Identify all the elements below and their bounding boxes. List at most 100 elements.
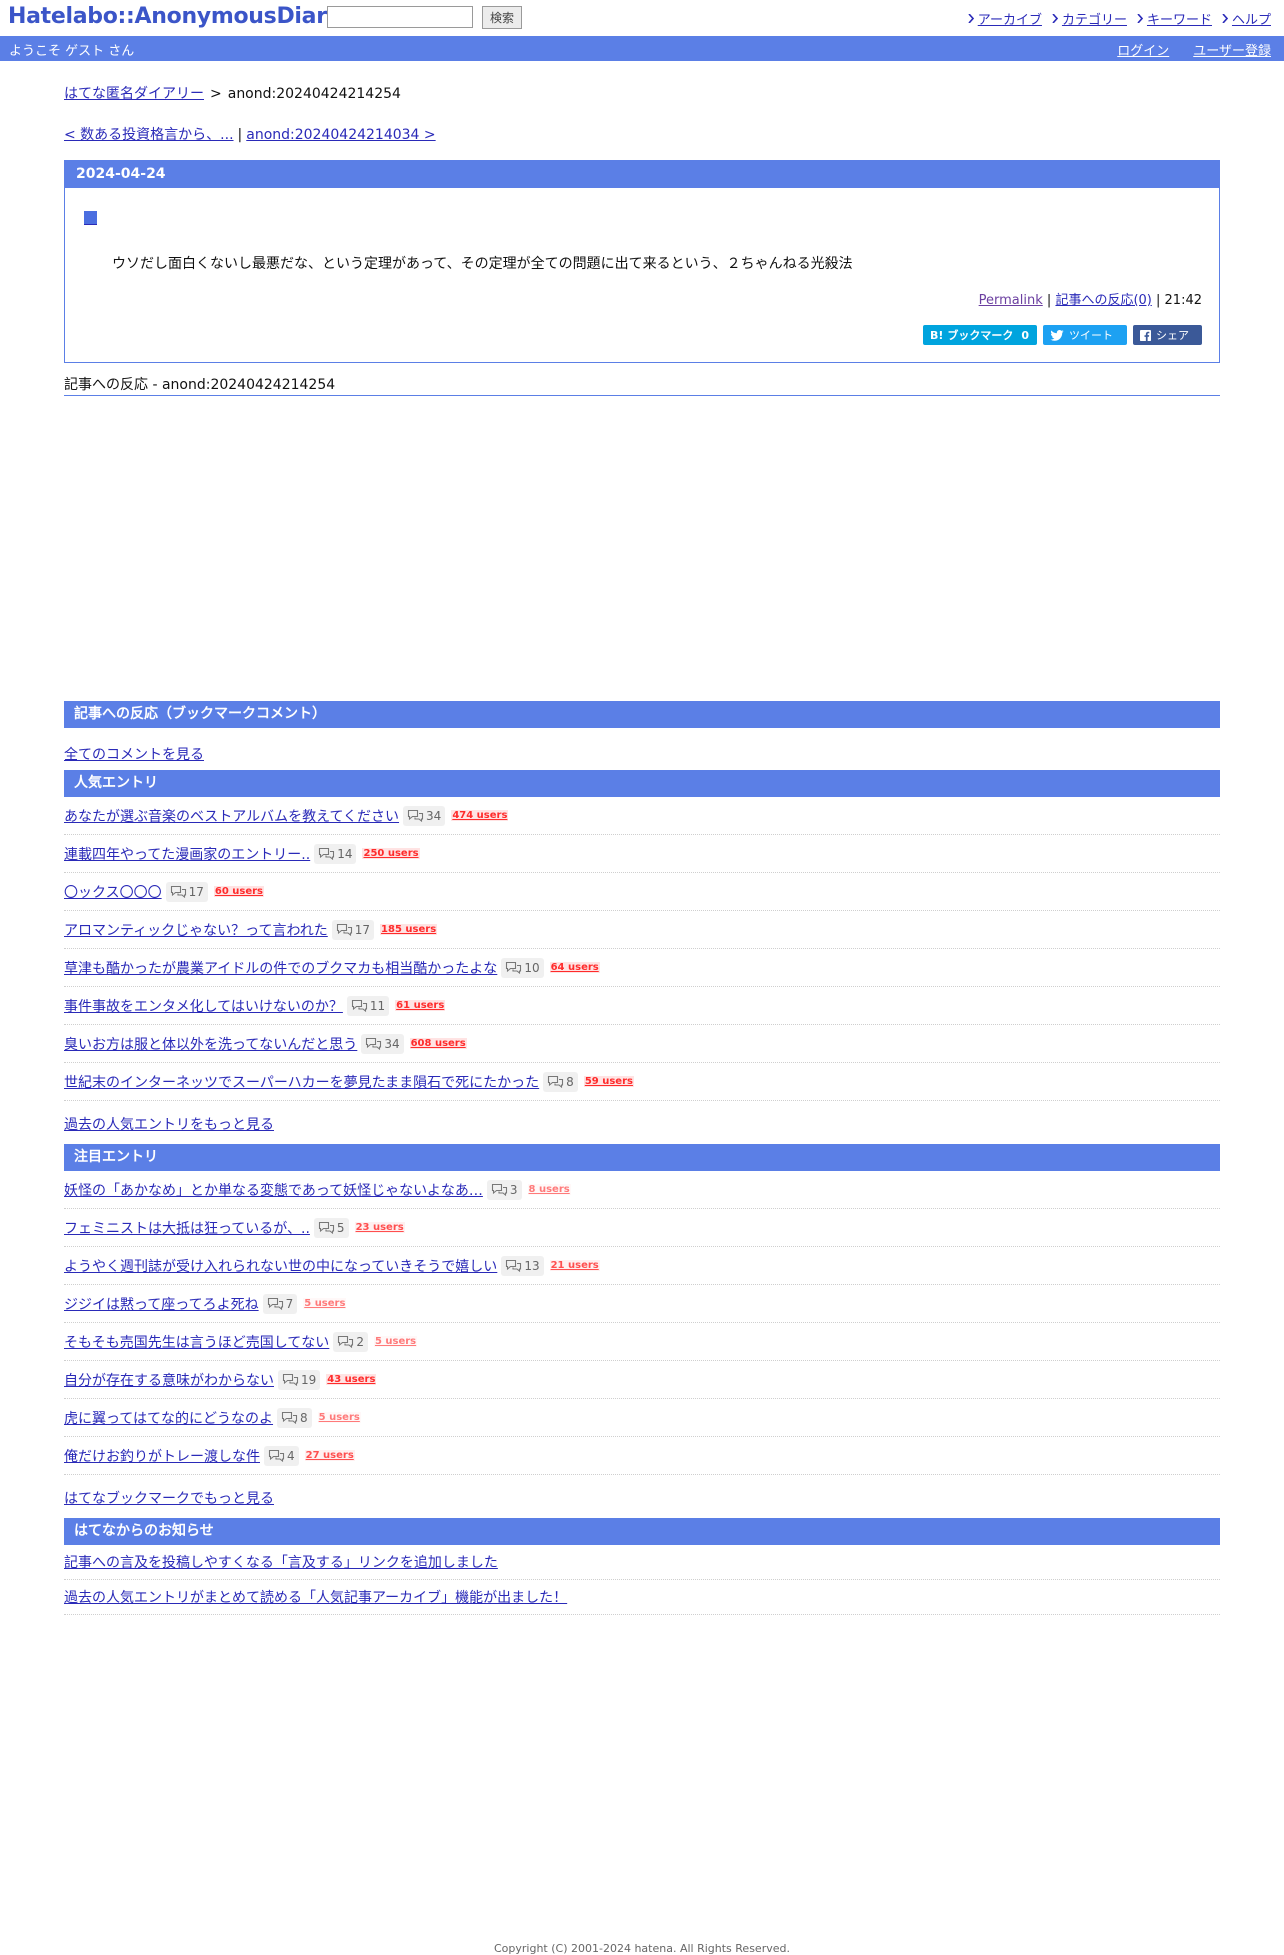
pager-separator: | xyxy=(237,127,243,143)
comment-count-badge[interactable]: 8 xyxy=(277,1407,312,1428)
list-item: フェミニストは大抵は狂っているが、.. 5 23 users xyxy=(64,1209,1220,1247)
nav-link-category[interactable]: カテゴリー xyxy=(1062,9,1127,28)
comment-bubbles-icon xyxy=(281,1411,298,1424)
popular-entries-list: あなたが選ぶ音楽のベストアルバムを教えてください 34 474 users 連載四年や… xyxy=(64,797,1220,1101)
bookmark-users-count[interactable]: 64 users xyxy=(549,962,600,973)
register-link[interactable]: ユーザー登録 xyxy=(1193,40,1271,59)
hatena-bookmark-button[interactable]: B! ブックマーク 0 xyxy=(923,325,1037,345)
tweet-button[interactable]: ツイート xyxy=(1043,325,1127,345)
popular-more-link[interactable]: 過去の人気エントリをもっと見る xyxy=(64,1114,274,1134)
bookmark-users-count[interactable]: 250 users xyxy=(362,848,420,859)
comment-count-badge[interactable]: 5 xyxy=(313,1217,349,1238)
comment-count-badge[interactable]: 2 xyxy=(333,1331,368,1352)
comment-count-badge[interactable]: 10 xyxy=(501,957,544,978)
comment-bubbles-icon xyxy=(366,1037,382,1050)
list-item: ジジイは黙って座ってろよ死ね 7 5 users xyxy=(64,1285,1220,1323)
comment-count-badge[interactable]: 13 xyxy=(501,1255,544,1276)
comment-count-badge[interactable]: 4 xyxy=(264,1445,299,1466)
comment-count-badge[interactable]: 7 xyxy=(262,1293,298,1314)
entry-title-link[interactable]: フェミニストは大抵は狂っているが、.. xyxy=(64,1218,310,1238)
login-link[interactable]: ログイン xyxy=(1117,40,1169,59)
bookmark-users-count[interactable]: 23 users xyxy=(354,1222,405,1233)
comment-count: 8 xyxy=(566,1074,574,1089)
list-item: 事件事故をエンタメ化してはいけないのか？ 11 61 users xyxy=(64,987,1220,1025)
bookmark-users-count[interactable]: 59 users xyxy=(583,1076,634,1087)
news-item: 記事への言及を投稿しやすくなる「言及する」リンクを追加しました xyxy=(64,1545,1220,1580)
comment-count-badge[interactable]: 17 xyxy=(165,881,208,902)
entry-title-link[interactable]: 臭いお方は服と体以外を洗ってないんだと思う xyxy=(64,1034,357,1054)
nav-help[interactable]: ヘルプ xyxy=(1222,9,1271,28)
bookmark-users-count[interactable]: 27 users xyxy=(304,1450,355,1461)
comment-count: 19 xyxy=(301,1372,317,1387)
meta-separator: | xyxy=(1156,293,1161,308)
header: Hatelabo::AnonymousDiary 検索 アーカイブ カテゴリー … xyxy=(0,0,1284,36)
bookmark-users-count[interactable]: 43 users xyxy=(326,1374,377,1385)
entry-title-link[interactable]: ようやく週刊誌が受け入れられない世の中になっていきそうで嬉しい xyxy=(64,1256,497,1276)
popular-entries-header: 人気エントリ xyxy=(64,770,1220,797)
entry-title-link[interactable]: 虎に翼ってはてな的にどうなのよ xyxy=(64,1408,273,1428)
entry-title-link[interactable]: 草津も酷かったが農業アイドルの件でのブクマカも相当酷かったよな xyxy=(64,958,497,978)
bookmark-users-count[interactable]: 5 users xyxy=(317,1412,361,1423)
bookmark-users-count[interactable]: 8 users xyxy=(527,1184,571,1195)
nav-link-keyword[interactable]: キーワード xyxy=(1147,9,1212,28)
site-logo[interactable]: Hatelabo::AnonymousDiary xyxy=(8,4,341,29)
comment-count-badge[interactable]: 14 xyxy=(314,843,357,864)
chevron-right-icon xyxy=(1052,14,1058,23)
reactions-link[interactable]: 記事への反応(0) xyxy=(1055,293,1151,308)
entry-title-link[interactable]: 自分が存在する意味がわからない xyxy=(64,1370,274,1390)
nav-archive[interactable]: アーカイブ xyxy=(968,9,1042,28)
featured-more-link[interactable]: はてなブックマークでもっと見る xyxy=(64,1488,274,1508)
comment-bubbles-icon xyxy=(267,1297,283,1310)
comment-count-badge[interactable]: 19 xyxy=(278,1369,321,1390)
all-comments-link[interactable]: 全てのコメントを見る xyxy=(64,744,204,764)
comment-count: 17 xyxy=(354,922,371,937)
comment-count-badge[interactable]: 8 xyxy=(543,1071,578,1092)
bookmark-users-count[interactable]: 474 users xyxy=(451,810,509,821)
comment-count-badge[interactable]: 11 xyxy=(346,995,390,1016)
entry-title-link[interactable]: 〇ックス〇〇〇 xyxy=(64,882,162,902)
search-button[interactable]: 検索 xyxy=(482,6,522,29)
comment-count: 13 xyxy=(524,1258,540,1273)
entry-title-link[interactable]: 世紀末のインターネッツでスーパーハカーを夢見たまま隕石で死にたかった xyxy=(64,1072,539,1092)
prev-entry-link[interactable]: < 数ある投資格言から、... xyxy=(64,127,234,143)
entry-title-link[interactable]: ジジイは黙って座ってろよ死ね xyxy=(64,1294,259,1314)
entry-permalink-square-icon[interactable] xyxy=(84,211,97,225)
bookmark-users-count[interactable]: 608 users xyxy=(409,1038,467,1049)
list-item: 自分が存在する意味がわからない 19 43 users xyxy=(64,1361,1220,1399)
list-item: 連載四年やってた漫画家のエントリー.. 14 250 users xyxy=(64,835,1220,873)
comment-count-badge[interactable]: 3 xyxy=(486,1179,522,1200)
facebook-share-button[interactable]: シェア xyxy=(1133,325,1202,345)
pager: < 数ある投資格言から、... | anond:20240424214034 > xyxy=(64,124,436,144)
search-input[interactable] xyxy=(327,6,473,28)
entry-title-link[interactable]: 妖怪の「あかなめ」とか単なる変態であって妖怪じゃないよなあ… xyxy=(64,1180,483,1200)
bookmark-users-count[interactable]: 5 users xyxy=(373,1336,418,1347)
news-link[interactable]: 記事への言及を投稿しやすくなる「言及する」リンクを追加しました xyxy=(64,1552,498,1572)
entry-title-link[interactable]: 俺だけお釣りがトレー渡しな件 xyxy=(64,1446,260,1466)
entry-title-link[interactable]: そもそも売国先生は言うほど売国してない xyxy=(64,1332,329,1352)
nav-link-archive[interactable]: アーカイブ xyxy=(978,9,1042,28)
bookmark-users-count[interactable]: 5 users xyxy=(303,1298,347,1309)
entry-title-link[interactable]: 連載四年やってた漫画家のエントリー.. xyxy=(64,844,310,864)
list-item: ようやく週刊誌が受け入れられない世の中になっていきそうで嬉しい 13 21 user… xyxy=(64,1247,1220,1285)
welcome-text: ようこそ ゲスト さん xyxy=(9,44,135,59)
comment-count-badge[interactable]: 34 xyxy=(403,805,446,826)
breadcrumb-root[interactable]: はてな匿名ダイアリー xyxy=(64,86,204,102)
news-link[interactable]: 過去の人気エントリがまとめて読める「人気記事アーカイブ」機能が出ました！ xyxy=(64,1587,567,1607)
nav-link-help[interactable]: ヘルプ xyxy=(1232,9,1271,28)
entry-title-link[interactable]: アロマンティックじゃない？って言われた xyxy=(64,920,328,940)
next-entry-link[interactable]: anond:20240424214034 > xyxy=(246,127,435,143)
bookmark-users-count[interactable]: 61 users xyxy=(395,1000,446,1011)
bookmark-users-count[interactable]: 21 users xyxy=(549,1260,600,1271)
nav-keyword[interactable]: キーワード xyxy=(1137,9,1212,28)
entry-title-link[interactable]: あなたが選ぶ音楽のベストアルバムを教えてください xyxy=(64,806,399,826)
comment-count-badge[interactable]: 34 xyxy=(361,1033,404,1054)
facebook-icon xyxy=(1140,329,1151,341)
bookmark-users-count[interactable]: 185 users xyxy=(380,924,438,935)
hatena-bookmark-label: ブックマーク xyxy=(947,329,1014,342)
entry-title-link[interactable]: 事件事故をエンタメ化してはいけないのか？ xyxy=(64,996,343,1016)
comment-count-badge[interactable]: 17 xyxy=(331,919,375,940)
nav-category[interactable]: カテゴリー xyxy=(1052,9,1127,28)
list-item: 世紀末のインターネッツでスーパーハカーを夢見たまま隕石で死にたかった 8 59 us… xyxy=(64,1063,1220,1101)
permalink-link[interactable]: Permalink xyxy=(979,293,1043,308)
bookmark-users-count[interactable]: 60 users xyxy=(213,886,265,897)
